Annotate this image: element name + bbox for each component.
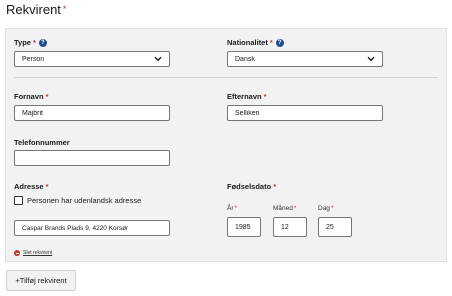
foreign-address-checkbox-label[interactable]: Personen har udenlandsk adresse [27, 196, 141, 205]
phone-label: Telefonnummer [14, 138, 70, 147]
nationality-select[interactable]: Dansk [227, 51, 383, 67]
nationality-label: Nationalitet * ? [227, 38, 284, 47]
birth-month-input[interactable]: 12 [273, 217, 307, 237]
address-required-mark: * [45, 182, 49, 191]
last-name-label: Efternavn * [227, 92, 267, 101]
chevron-down-icon [367, 55, 375, 63]
phone-label-text: Telefonnummer [14, 138, 70, 147]
birth-year-label: År* [227, 205, 237, 212]
minus-circle-icon [14, 250, 20, 256]
question-circle-icon[interactable]: ? [38, 38, 47, 47]
birth-month-label: Måned* [273, 205, 296, 212]
nationality-select-value: Dansk [235, 55, 255, 63]
first-name-input[interactable]: Majbrit [14, 105, 170, 121]
first-name-value: Majbrit [22, 109, 44, 117]
address-label: Adresse * [14, 182, 49, 191]
type-select-value: Person [22, 55, 45, 63]
birth-year-input[interactable]: 1985 [227, 217, 261, 237]
nationality-required-mark: * [269, 38, 273, 47]
add-requester-button[interactable]: +Tilføj rekvirent [6, 270, 76, 291]
remove-requester-link[interactable]: Slet rekvirent [14, 250, 52, 256]
birth-year-value: 1985 [235, 223, 251, 231]
birth-month-required-mark: * [293, 205, 297, 212]
address-label-text: Adresse [14, 182, 44, 191]
question-circle-icon[interactable]: ? [275, 38, 284, 47]
address-input[interactable]: Caspar Brands Plads 9, 4220 Korsør [14, 220, 170, 236]
birth-month-label-text: Måned [273, 205, 293, 212]
birth-day-value: 25 [326, 223, 334, 231]
phone-input[interactable] [14, 150, 170, 166]
birthdate-required-mark: * [273, 182, 277, 191]
birth-day-label: Dag* [318, 205, 333, 212]
birth-day-required-mark: * [330, 205, 334, 212]
birth-year-label-text: År [227, 205, 234, 212]
type-label: Type * ? [14, 38, 47, 47]
first-name-label: Fornavn * [14, 92, 49, 101]
remove-requester-text: Slet rekvirent [23, 250, 53, 256]
birth-year-required-mark: * [234, 205, 238, 212]
birth-day-label-text: Dag [318, 205, 330, 212]
last-name-required-mark: * [263, 92, 267, 101]
last-name-input[interactable]: Selliken [227, 105, 383, 121]
last-name-label-text: Efternavn [227, 92, 262, 101]
chevron-down-icon [154, 55, 162, 63]
divider [14, 77, 438, 78]
type-required-mark: * [32, 38, 36, 47]
birthdate-label: Fødselsdato * [227, 182, 276, 191]
first-name-label-text: Fornavn [14, 92, 44, 101]
birth-day-input[interactable]: 25 [318, 217, 352, 237]
birthdate-label-text: Fødselsdato [227, 182, 272, 191]
nationality-label-text: Nationalitet [227, 38, 268, 47]
last-name-value: Selliken [235, 109, 260, 117]
page-title-text: Rekvirent [6, 2, 61, 17]
type-label-text: Type [14, 38, 31, 47]
type-select[interactable]: Person [14, 51, 170, 67]
page-title: Rekvirent * [6, 2, 66, 17]
foreign-address-checkbox[interactable] [14, 196, 23, 205]
first-name-required-mark: * [45, 92, 49, 101]
address-value: Caspar Brands Plads 9, 4220 Korsør [22, 224, 129, 232]
required-mark: * [62, 4, 67, 14]
birth-month-value: 12 [281, 223, 289, 231]
